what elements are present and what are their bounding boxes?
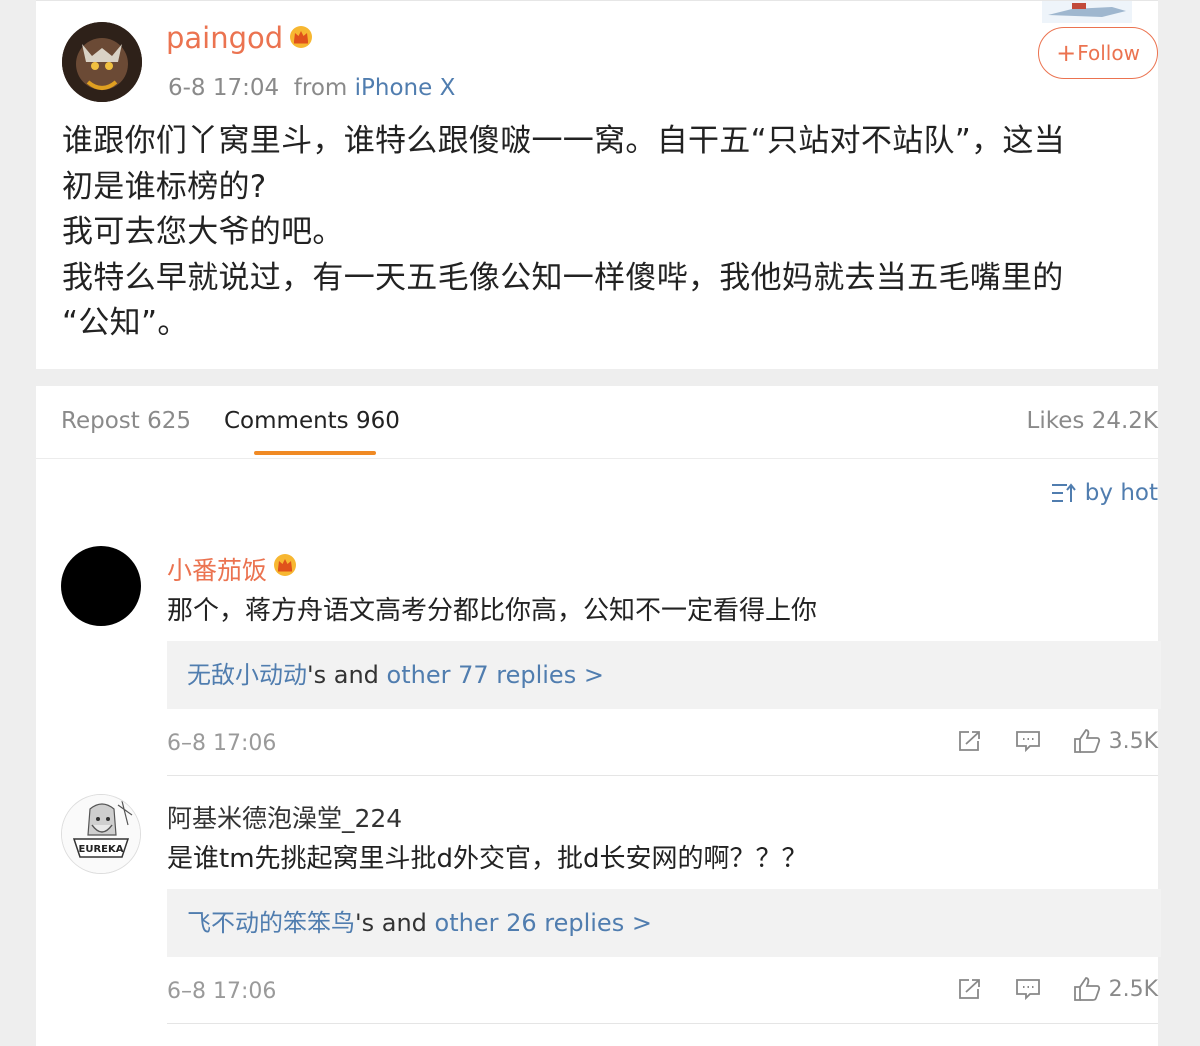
like-button[interactable]: 2.5K	[1073, 976, 1158, 1002]
comments-card: Repost 625 Comments 960 Likes 24.2K by h…	[36, 386, 1161, 1046]
commenter-avatar[interactable]: EUREKA	[61, 794, 141, 874]
banner-decoration	[1042, 1, 1132, 23]
commenter-avatar[interactable]	[61, 546, 141, 626]
plus-icon: +	[1056, 39, 1077, 67]
thumbs-up-icon	[1073, 977, 1100, 1001]
comment-time: 6–8 17:06	[167, 979, 277, 1004]
post-body-line: 初是谁标榜的?	[62, 168, 267, 205]
vip-crown-icon	[290, 26, 313, 48]
reply-button[interactable]	[1015, 729, 1041, 753]
comment-divider	[167, 1023, 1158, 1024]
post-meta: 6-8 17:04 from iPhone X	[168, 75, 455, 101]
comment-icon	[1015, 979, 1040, 1001]
post-time: 6-8 17:04	[168, 75, 280, 101]
comment-time: 6–8 17:06	[167, 731, 277, 756]
vip-crown-icon	[274, 554, 297, 576]
sort-toggle[interactable]: by hot	[1051, 480, 1158, 506]
eureka-avatar-text: EUREKA	[79, 844, 124, 855]
post-body: 谁跟你们丫窝里斗，谁特么跟傻啵一一窝。自干五“只站对不站队”，这当 初是谁标榜的…	[62, 119, 1152, 347]
commenter-name[interactable]: 小番茄饭	[167, 551, 297, 587]
like-count: 3.5K	[1108, 728, 1158, 754]
share-icon	[958, 731, 980, 751]
comment-text: 是谁tm先挑起窝里斗批d外交官，批d长安网的啊？？？	[167, 844, 808, 874]
post-author-name[interactable]: paingod	[166, 21, 313, 55]
repost-button[interactable]	[957, 977, 983, 1001]
comment-icon	[1015, 731, 1040, 753]
sort-label: by hot	[1084, 480, 1158, 506]
tab-likes[interactable]: Likes 24.2K	[1027, 408, 1158, 434]
post-from-label: from	[293, 75, 348, 101]
repost-button[interactable]	[957, 729, 983, 753]
comment-item: 小番茄饭 那个，蒋方舟语文高考分都比你高，公知不一定看得上你 无敌小动动's a…	[36, 546, 1161, 776]
post-author-avatar[interactable]	[62, 22, 142, 102]
post-body-line: “公知”。	[62, 305, 189, 341]
share-icon	[958, 979, 980, 999]
comment-item: EUREKA 阿基米德泡澡堂_224 是谁tm先挑起窝里斗批d外交官，批d长安网…	[36, 794, 1161, 1024]
replies-preview[interactable]: 无敌小动动's and other 77 replies >	[167, 641, 1161, 709]
follow-button[interactable]: + Follow	[1038, 27, 1158, 79]
more-replies-link[interactable]: other 26 replies >	[435, 909, 652, 937]
post-source[interactable]: iPhone X	[355, 75, 456, 101]
thumbs-up-icon	[1073, 729, 1100, 753]
comment-actions: 2.5K	[957, 976, 1158, 1002]
post-body-line: 我特么早就说过，有一天五毛像公知一样傻哔，我他妈就去当五毛嘴里的	[62, 259, 1064, 296]
comment-actions: 3.5K	[957, 728, 1158, 754]
reply-user-link[interactable]: 无敌小动动	[187, 661, 307, 689]
sort-icon	[1051, 483, 1076, 502]
replies-preview[interactable]: 飞不动的笨笨鸟's and other 26 replies >	[167, 889, 1161, 957]
post-body-line: 谁跟你们丫窝里斗，谁特么跟傻啵一一窝。自干五“只站对不站队”，这当	[62, 123, 1066, 159]
post-card: paingod 6-8 17:04 from iPhone X + Follow …	[36, 0, 1158, 369]
tab-comments[interactable]: Comments 960	[224, 408, 400, 434]
like-button[interactable]: 3.5K	[1073, 728, 1158, 754]
feedback-tabs: Repost 625 Comments 960 Likes 24.2K	[36, 386, 1158, 459]
more-replies-link[interactable]: other 77 replies >	[387, 661, 604, 689]
active-tab-indicator	[254, 451, 376, 455]
tab-repost[interactable]: Repost 625	[61, 408, 191, 434]
like-count: 2.5K	[1108, 976, 1158, 1002]
post-body-line: 我可去您大爷的吧。	[62, 214, 344, 250]
comment-text: 那个，蒋方舟语文高考分都比你高，公知不一定看得上你	[167, 596, 818, 626]
reply-button[interactable]	[1015, 977, 1041, 1001]
comment-divider	[167, 775, 1158, 776]
commenter-name[interactable]: 阿基米德泡澡堂_224	[167, 799, 402, 835]
reply-user-link[interactable]: 飞不动的笨笨鸟	[187, 909, 355, 937]
